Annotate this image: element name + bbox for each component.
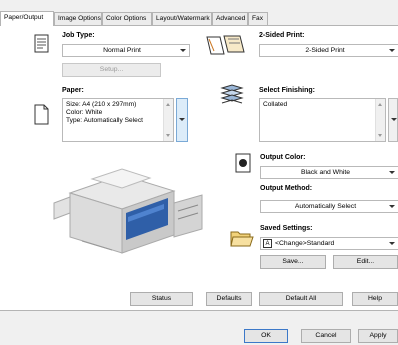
tab-layout-watermark[interactable]: Layout/Watermark	[152, 12, 212, 25]
ok-button[interactable]: OK	[244, 329, 288, 343]
defaults-button[interactable]: Defaults	[206, 292, 252, 306]
saved-settings-value: <Change>Standard	[275, 240, 335, 247]
paper-label: Paper:	[62, 87, 84, 94]
paper-type-text: Type: Automatically Select	[66, 117, 143, 124]
tab-page-paper-output: Job Type: Normal Print Setup... Paper: S…	[0, 25, 398, 311]
chevron-down-icon	[180, 49, 186, 52]
cancel-button[interactable]: Cancel	[301, 329, 351, 343]
output-color-label: Output Color:	[260, 154, 306, 161]
job-type-select[interactable]: Normal Print	[62, 44, 190, 57]
chevron-down-icon	[389, 205, 395, 208]
output-method-label: Output Method:	[260, 185, 313, 192]
two-sided-icon	[206, 34, 246, 58]
output-color-value: Black and White	[300, 169, 351, 176]
edit-button[interactable]: Edit...	[333, 255, 398, 269]
saved-settings-label: Saved Settings:	[260, 225, 313, 232]
default-all-button[interactable]: Default All	[259, 292, 343, 306]
tab-bar: Paper/Output Image Options Color Options…	[0, 11, 398, 26]
paper-color-text: Color: White	[66, 109, 103, 116]
job-type-label: Job Type:	[62, 32, 95, 39]
paper-size-text: Size: A4 (210 x 297mm)	[66, 101, 137, 108]
document-icon	[34, 34, 50, 56]
printer-properties-dialog: Paper/Output Image Options Color Options…	[0, 0, 398, 345]
output-method-value: Automatically Select	[294, 203, 357, 210]
a-icon: A	[263, 239, 272, 248]
tab-advanced[interactable]: Advanced	[212, 12, 248, 25]
tab-image-options[interactable]: Image Options	[54, 12, 102, 25]
chevron-down-icon	[389, 242, 395, 245]
two-sided-value: 2-Sided Print	[305, 47, 345, 54]
finishing-label: Select Finishing:	[259, 87, 316, 94]
tab-fax[interactable]: Fax	[248, 12, 268, 25]
finishing-list[interactable]: Collated	[259, 98, 386, 142]
two-sided-select[interactable]: 2-Sided Print	[259, 44, 398, 57]
output-color-select[interactable]: Black and White	[260, 166, 398, 179]
job-type-value: Normal Print	[103, 47, 141, 54]
chevron-down-icon	[391, 118, 397, 121]
tab-paper-output[interactable]: Paper/Output	[0, 11, 54, 26]
paper-icon	[34, 104, 50, 128]
chevron-down-icon	[389, 171, 395, 174]
printer-icon	[234, 153, 252, 175]
chevron-down-icon	[389, 49, 395, 52]
paper-info-list[interactable]: Size: A4 (210 x 297mm) Color: White Type…	[62, 98, 174, 142]
saved-settings-select[interactable]: A <Change>Standard	[260, 237, 398, 250]
two-sided-label: 2-Sided Print:	[259, 32, 305, 39]
printer-illustration	[52, 151, 212, 263]
paper-scrollbar[interactable]	[163, 99, 173, 141]
help-button[interactable]: Help	[352, 292, 398, 306]
tab-color-options[interactable]: Color Options	[102, 12, 152, 25]
folder-icon	[230, 228, 254, 250]
finishing-value: Collated	[263, 101, 288, 108]
paper-dropdown-button[interactable]	[176, 98, 188, 142]
save-button[interactable]: Save...	[260, 255, 326, 269]
chevron-down-icon	[179, 118, 185, 121]
apply-button[interactable]: Apply	[358, 329, 398, 343]
stack-icon	[219, 84, 245, 108]
finishing-scrollbar[interactable]	[375, 99, 385, 141]
setup-button[interactable]: Setup...	[62, 63, 161, 77]
status-button[interactable]: Status	[130, 292, 193, 306]
finishing-dropdown-button[interactable]	[388, 98, 398, 142]
output-method-select[interactable]: Automatically Select	[260, 200, 398, 213]
